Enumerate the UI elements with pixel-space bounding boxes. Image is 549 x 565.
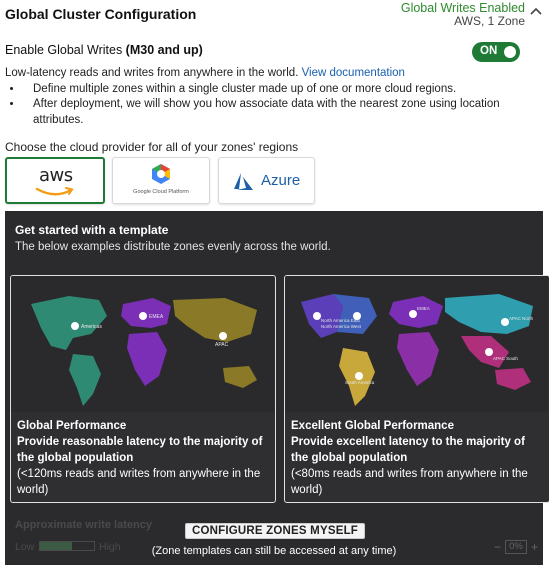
map-label-apac: APAC: [215, 342, 229, 348]
toggle-on-label: ON: [480, 45, 498, 57]
google-cloud-hexagon-icon: [152, 164, 170, 184]
zoom-out-icon[interactable]: −: [494, 540, 501, 554]
template-title: Get started with a template: [15, 223, 169, 237]
template-card-name: Global Performance: [17, 420, 127, 432]
provider-gcp-card[interactable]: Google Cloud Platform: [112, 157, 210, 204]
zoom-control: − 0% +: [493, 538, 539, 556]
template-card-headline: Provide reasonable latency to the majori…: [17, 436, 263, 464]
template-panel: Get started with a template The below ex…: [5, 211, 549, 565]
cluster-config-header[interactable]: Global Cluster Configuration Global Writ…: [0, 0, 549, 34]
map-label-na-east: North America East: [321, 318, 361, 323]
map-label-na-west: North America West: [321, 324, 362, 329]
toggle-knob: [504, 46, 516, 58]
bullet-item: After deployment, we will show you how a…: [23, 97, 535, 128]
global-writes-toggle[interactable]: ON: [472, 42, 520, 62]
aws-logo-text: aws: [39, 165, 73, 186]
description-bullets: Define multiple zones within a single cl…: [23, 82, 535, 129]
template-card-headline: Provide excellent latency to the majorit…: [291, 436, 525, 464]
azure-logo-icon: [234, 173, 253, 190]
template-card-excellent-performance[interactable]: North America East North America West EM…: [284, 275, 549, 503]
zoom-value: 0%: [505, 540, 527, 554]
zoom-in-icon[interactable]: +: [531, 540, 538, 554]
world-zone-map: Americas EMEA APAC: [11, 276, 274, 412]
template-card-global-performance[interactable]: Americas EMEA APAC Global Performance Pr…: [10, 275, 276, 503]
bullet-item: Define multiple zones within a single cl…: [23, 82, 535, 98]
gcp-logo-text: Google Cloud Platform: [133, 189, 189, 195]
page-title: Global Cluster Configuration: [5, 6, 197, 22]
description-intro: Low-latency reads and writes from anywhe…: [5, 67, 299, 79]
template-card-name: Excellent Global Performance: [291, 420, 454, 432]
enable-global-writes-label: Enable Global Writes (M30 and up): [5, 43, 203, 57]
map-label-emea: EMEA: [149, 314, 164, 320]
azure-logo-text: Azure: [261, 172, 301, 189]
world-zone-map: North America East North America West EM…: [285, 276, 548, 412]
status-detail-text: AWS, 1 Zone: [454, 14, 525, 28]
template-card-text: Excellent Global Performance Provide exc…: [291, 418, 543, 498]
provider-aws-card[interactable]: aws: [5, 157, 105, 204]
template-card-detail: (<120ms reads and writes from anywhere i…: [17, 468, 261, 496]
provider-azure-card[interactable]: Azure: [218, 157, 315, 204]
map-label-apac-south: APAC South: [493, 356, 518, 361]
view-documentation-link[interactable]: View documentation: [302, 67, 405, 79]
map-label-apac-north: APAC North: [509, 316, 534, 321]
template-subtitle: The below examples distribute zones even…: [15, 241, 331, 253]
template-card-text: Global Performance Provide reasonable la…: [17, 418, 269, 498]
provider-prompt: Choose the cloud provider for all of you…: [5, 140, 299, 154]
enable-label: Enable Global Writes: [5, 43, 123, 57]
map-label-south-america: South America: [345, 380, 375, 385]
global-writes-status: Global Writes Enabled AWS, 1 Zone: [401, 2, 525, 28]
configure-zones-button[interactable]: CONFIGURE ZONES MYSELF: [185, 523, 365, 539]
template-card-detail: (<80ms reads and writes from anywhere in…: [291, 468, 528, 496]
configure-zones-note: (Zone templates can still be accessed at…: [151, 545, 397, 557]
approx-write-latency-label: Approximate write latency: [15, 519, 152, 531]
description-block: Low-latency reads and writes from anywhe…: [5, 66, 535, 128]
chevron-up-icon[interactable]: [529, 6, 543, 16]
tier-label: (M30 and up): [125, 43, 203, 57]
map-label-emea: EMEA: [417, 306, 430, 311]
aws-smile-icon: [35, 187, 74, 196]
map-label-americas: Americas: [81, 324, 102, 330]
